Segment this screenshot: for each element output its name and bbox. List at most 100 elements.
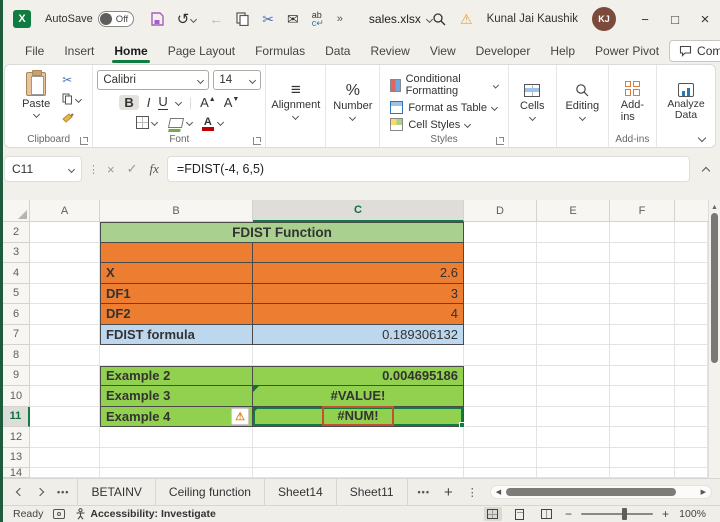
cell-F4[interactable] <box>610 263 675 284</box>
scroll-left-icon[interactable]: ◀ <box>496 488 501 496</box>
name-box[interactable]: C11 <box>4 156 82 182</box>
cell-A4[interactable] <box>30 263 100 284</box>
addins-button[interactable]: Add-ins <box>613 70 652 133</box>
avatar[interactable]: KJ <box>592 7 616 31</box>
cell-F3[interactable] <box>610 242 675 263</box>
tab-file[interactable]: File <box>15 39 54 63</box>
cell-G7[interactable] <box>675 324 708 345</box>
cell-A12[interactable] <box>30 427 100 448</box>
cell-D10[interactable] <box>464 386 537 407</box>
zoom-level[interactable]: 100% <box>678 508 706 520</box>
cell-G9[interactable] <box>675 365 708 386</box>
sheet-options-icon[interactable]: ⋮ <box>467 486 478 499</box>
editing-button[interactable]: Editing <box>557 70 607 133</box>
tab-home[interactable]: Home <box>104 39 157 63</box>
cell-B13[interactable] <box>100 447 253 468</box>
cell-F9[interactable] <box>610 365 675 386</box>
tab-view[interactable]: View <box>420 39 466 63</box>
cell-E5[interactable] <box>537 283 610 304</box>
select-all-corner[interactable] <box>3 200 30 222</box>
scroll-up-icon[interactable]: ▲ <box>711 200 718 213</box>
cell-G5[interactable] <box>675 283 708 304</box>
cell-A11[interactable] <box>30 406 100 427</box>
underline-chevron-icon[interactable] <box>174 98 182 106</box>
cell-F5[interactable] <box>610 283 675 304</box>
cell-D5[interactable] <box>464 283 537 304</box>
page-layout-view-button[interactable] <box>511 507 529 521</box>
cut-button[interactable]: ✂ <box>62 73 81 87</box>
cell-A13[interactable] <box>30 447 100 468</box>
number-button[interactable]: % Number <box>325 70 380 133</box>
column-header-c[interactable]: C <box>253 200 464 222</box>
cell-E8[interactable] <box>537 345 610 366</box>
cell-D6[interactable] <box>464 304 537 325</box>
cell-C4[interactable]: 2.6 <box>253 263 464 284</box>
cell-B14[interactable] <box>100 468 253 478</box>
undo-chevron-icon[interactable] <box>190 15 198 23</box>
cell-B7[interactable]: FDIST formula <box>100 324 253 345</box>
zoom-slider-knob[interactable] <box>622 508 628 520</box>
cell-C7[interactable]: 0.189306132 <box>253 324 464 345</box>
email-icon[interactable]: ✉ <box>287 11 299 28</box>
cell-G13[interactable] <box>675 447 708 468</box>
confirm-entry-icon[interactable]: ✓ <box>127 161 138 177</box>
cell-G11[interactable] <box>675 406 708 427</box>
cell-A3[interactable] <box>30 242 100 263</box>
formula-input[interactable]: =FDIST(-4, 6,5) <box>166 156 690 182</box>
horizontal-scrollbar[interactable]: ◀ ▶ <box>489 485 712 499</box>
column-header-a[interactable]: A <box>30 200 100 222</box>
cell-A6[interactable] <box>30 304 100 325</box>
copy-icon[interactable] <box>236 12 249 26</box>
cell-E2[interactable] <box>537 222 610 243</box>
cell-A5[interactable] <box>30 283 100 304</box>
cell-D3[interactable] <box>464 242 537 263</box>
cell-D7[interactable] <box>464 324 537 345</box>
italic-button[interactable]: I <box>147 95 151 110</box>
search-icon[interactable] <box>432 12 446 26</box>
row-header-13[interactable]: 13 <box>3 447 30 468</box>
cell-D8[interactable] <box>464 345 537 366</box>
styles-dialog-launcher[interactable] <box>495 137 504 145</box>
underline-button[interactable]: U <box>158 94 168 110</box>
clipboard-dialog-launcher[interactable] <box>80 137 89 145</box>
notification-warning-icon[interactable]: ⚠ <box>460 11 473 28</box>
cell-G6[interactable] <box>675 304 708 325</box>
cell-C12[interactable] <box>253 427 464 448</box>
cell-E14[interactable] <box>537 468 610 478</box>
paste-chevron-icon[interactable] <box>32 110 40 119</box>
cells-button[interactable]: Cells <box>512 70 552 133</box>
sheet-tab-sheet14[interactable]: Sheet14 <box>265 479 337 505</box>
row-header-4[interactable]: 4 <box>3 263 30 284</box>
font-color-button[interactable]: A <box>201 114 224 131</box>
cell-F7[interactable] <box>610 324 675 345</box>
sheet-tab-sheet11[interactable]: Sheet11 <box>337 479 408 505</box>
maximize-button[interactable]: □ <box>660 0 690 38</box>
cell-B8[interactable] <box>100 345 253 366</box>
cell-A7[interactable] <box>30 324 100 345</box>
accessibility-checker[interactable]: Accessibility: Investigate <box>75 508 216 520</box>
column-header-f[interactable]: F <box>610 200 675 222</box>
cell-G4[interactable] <box>675 263 708 284</box>
cell-E12[interactable] <box>537 427 610 448</box>
font-name-select[interactable]: Calibri <box>97 70 210 90</box>
vertical-scrollbar[interactable]: ▲ <box>708 200 720 478</box>
row-header-11[interactable]: 11 <box>3 406 30 427</box>
column-header-d[interactable]: D <box>464 200 537 222</box>
cell-E10[interactable] <box>537 386 610 407</box>
document-title[interactable]: sales.xlsx <box>369 12 433 26</box>
column-header-e[interactable]: E <box>537 200 610 222</box>
error-options-warning-icon[interactable]: ⚠ <box>231 407 249 425</box>
scroll-right-icon[interactable]: ▶ <box>701 488 706 496</box>
row-header-7[interactable]: 7 <box>3 324 30 345</box>
prev-sheet-icon[interactable] <box>15 487 25 497</box>
cell-C14[interactable] <box>253 468 464 478</box>
cell-B9[interactable]: Example 2 <box>100 365 253 386</box>
copy-button[interactable] <box>62 92 83 106</box>
cell-F10[interactable] <box>610 386 675 407</box>
cell-E4[interactable] <box>537 263 610 284</box>
font-dialog-launcher[interactable] <box>253 137 262 145</box>
sheet-tab-betainv[interactable]: BETAINV <box>77 479 156 505</box>
cell-E11[interactable] <box>537 406 610 427</box>
format-painter-button[interactable] <box>62 111 81 125</box>
tab-insert[interactable]: Insert <box>54 39 104 63</box>
